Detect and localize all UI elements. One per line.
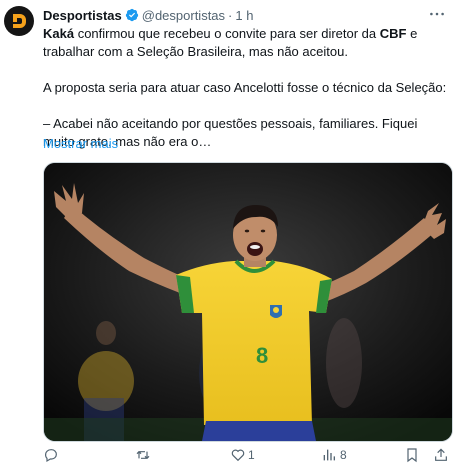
retweet-button[interactable]: [135, 447, 151, 463]
share-icon: [435, 448, 447, 461]
retweet-icon: [136, 451, 150, 459]
mention-name: Kaká: [43, 26, 75, 41]
reply-button[interactable]: [43, 447, 59, 463]
jersey-number: 8: [256, 343, 268, 368]
bookmark-button[interactable]: [404, 447, 420, 463]
tweet-paragraph-2: A proposta seria para atuar caso Ancelot…: [43, 80, 447, 95]
tweet-header: Desportistas @desportistas · 1 h: [43, 6, 427, 24]
tweet-card[interactable]: Desportistas @desportistas · 1 h Kaká co…: [0, 0, 457, 470]
author-handle[interactable]: @desportistas: [142, 8, 225, 23]
author-avatar[interactable]: [4, 6, 34, 36]
separator-dot: ·: [228, 7, 233, 23]
show-more-link[interactable]: Mostrar mais: [43, 136, 118, 151]
more-options-icon[interactable]: [427, 6, 447, 22]
views-icon: [323, 449, 335, 461]
verified-badge-icon: [125, 8, 139, 22]
author-name[interactable]: Desportistas: [43, 8, 122, 23]
bookmark-icon: [407, 448, 417, 463]
mention-org: CBF: [379, 26, 407, 41]
views-count: 8: [340, 448, 347, 462]
reply-icon: [45, 449, 57, 463]
tweet-paragraph-1: Kaká confirmou que recebeu o convite par…: [43, 25, 448, 61]
tweet-media-photo[interactable]: 8: [43, 162, 453, 442]
like-button[interactable]: 1: [230, 447, 255, 463]
tweet-text: Kaká confirmou que recebeu o convite par…: [43, 25, 448, 151]
tweet-action-bar: 1 8: [38, 445, 457, 465]
player-celebration-photo: 8: [44, 163, 452, 441]
views-button[interactable]: 8: [321, 447, 347, 463]
share-button[interactable]: [433, 447, 449, 463]
avatar-logo-icon: [13, 14, 26, 28]
like-count: 1: [248, 448, 255, 462]
tweet-text-segment: confirmou que recebeu o convite para ser…: [74, 26, 380, 41]
tweet-timestamp[interactable]: 1 h: [235, 8, 253, 23]
like-icon: [231, 449, 245, 462]
